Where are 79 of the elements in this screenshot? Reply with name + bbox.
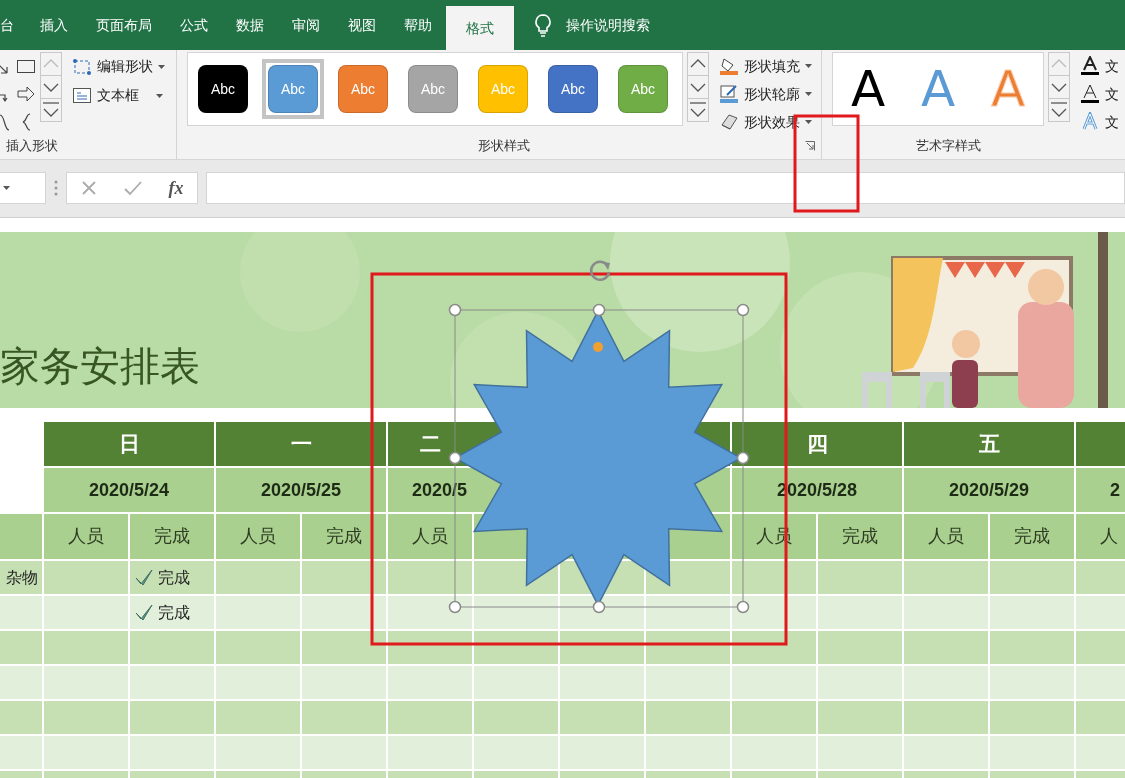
more-button[interactable] [687,98,709,122]
letter-a-outline-icon [1080,84,1100,104]
insert-function-button[interactable]: fx [168,174,184,202]
date-cell: 2 [1076,468,1125,512]
search-field[interactable]: 操作说明搜索 [566,14,650,36]
scroll-down-button[interactable] [687,75,709,99]
ribbon-command[interactable]: 编辑形状 [70,52,167,81]
dialog-launcher-icon[interactable] [805,141,815,151]
group-label: 插入形状 [5,137,59,155]
column-header [1076,422,1125,466]
ribbon-command[interactable]: 文 [1078,52,1121,80]
date-cell: 2020/5/25 [216,468,386,512]
ribbon-tab[interactable]: 数据 [222,0,278,50]
table-cell [0,596,42,629]
table-cell [1076,631,1125,664]
scroll-up-button[interactable] [687,52,709,76]
subheader-cell: 完成 [818,514,902,559]
caret-icon [3,185,11,191]
group-label: 形状样式 [187,136,821,158]
more-button[interactable] [1048,98,1070,122]
date-cell: 2020/5/29 [904,468,1074,512]
more-button[interactable] [40,98,62,122]
table-cell: 杂物 [0,561,42,594]
table-cell [0,701,42,734]
ribbon-tab[interactable]: 公式 [166,0,222,50]
ribbon-command[interactable]: 形状轮廓 [717,80,814,108]
column-header: 一 [216,422,386,466]
table-cell [1076,596,1125,629]
group-label: 艺术字样式 [914,137,982,155]
sheet-title: 家务安排表 [0,344,200,388]
letter-a-icon [1080,56,1100,76]
ribbon-command[interactable]: 形状填充 [717,52,814,80]
eraser-icon [719,112,739,132]
text-box-icon [72,85,92,106]
subheader-cell: 人 [1076,514,1125,559]
table-cell [1076,736,1125,769]
checkmark-icon[interactable] [123,180,142,196]
pencil-icon [719,84,739,104]
date-cell: 2020/5/24 [44,468,214,512]
subheader-cell: 人员 [216,514,300,559]
subheader-cell: 人员 [904,514,988,559]
table-cell [0,736,42,769]
scroll-down-button[interactable] [40,75,62,99]
ribbon-tab[interactable]: 台 [0,0,26,50]
table-cell [0,666,42,699]
status-text: 完成 [158,602,190,623]
ribbon-tab[interactable]: 帮助 [390,0,446,50]
subheader-cell: 人员 [44,514,128,559]
ribbon-command[interactable]: 文 [1078,80,1121,108]
column-header: 四 [732,422,902,466]
subheader-cell: 完成 [130,514,214,559]
ribbon-tab[interactable]: 插入 [26,0,82,50]
ribbon-command[interactable]: 文本框 [70,81,167,110]
table-cell [0,631,42,664]
paint-bucket-icon [719,56,739,76]
subheader-cell: 完成 [302,514,386,559]
table-cell [1076,561,1125,594]
ribbon-command[interactable]: 文 [1078,108,1121,136]
edit-points-icon [72,56,92,77]
formula-input[interactable] [206,172,1125,204]
ribbon-tab[interactable]: 审阅 [278,0,334,50]
scroll-down-button[interactable] [1048,75,1070,99]
letter-a-glow-icon [1080,112,1100,132]
lightbulb-icon[interactable] [534,13,552,37]
subheader-cell: 人员 [388,514,472,559]
style-swatch[interactable]: Abc [262,59,324,119]
status-text: 完成 [158,567,190,588]
subheader-cell: 完成 [990,514,1074,559]
grip-icon [54,180,58,196]
ribbon-tab[interactable]: 视图 [334,0,390,50]
block-arrow-icon[interactable] [16,84,36,104]
column-header: 五 [904,422,1074,466]
table-cell [1076,701,1125,734]
table-cell [0,514,42,559]
rotate-handle-icon[interactable] [589,260,611,281]
column-header: 日 [44,422,214,466]
table-cell [1076,666,1125,699]
ribbon-tab[interactable]: 格式 [446,6,514,50]
ribbon-tab[interactable]: 页面布局 [82,0,166,50]
